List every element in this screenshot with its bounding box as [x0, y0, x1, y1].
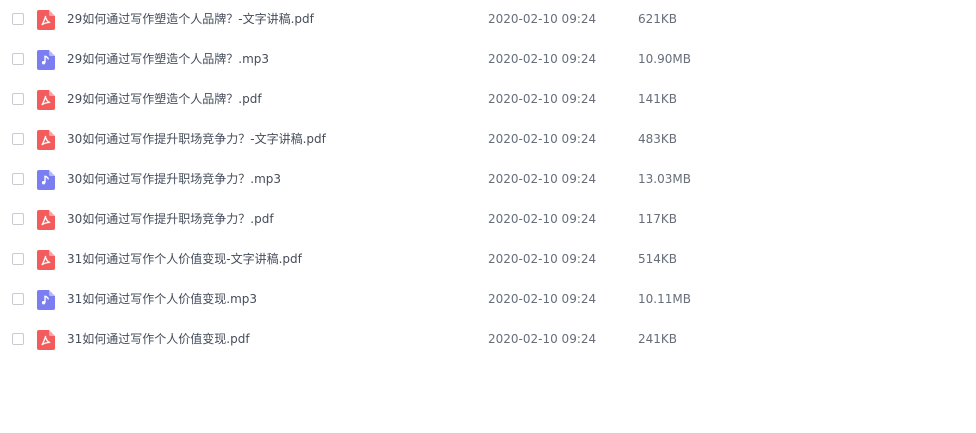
row-checkbox[interactable]: [12, 213, 24, 225]
file-row[interactable]: 30如何通过写作提升职场竞争力？.mp3 2020-02-10 09:24 13…: [0, 160, 976, 200]
file-name[interactable]: 30如何通过写作提升职场竞争力？.pdf: [67, 211, 274, 227]
file-modified-date: 2020-02-10 09:24: [488, 92, 597, 106]
pdf-icon: [37, 10, 55, 30]
file-name[interactable]: 31如何通过写作个人价值变现-文字讲稿.pdf: [67, 251, 302, 267]
file-row[interactable]: 30如何通过写作提升职场竞争力？.pdf 2020-02-10 09:24 11…: [0, 200, 976, 240]
file-size: 514KB: [638, 252, 678, 266]
file-name[interactable]: 31如何通过写作个人价值变现.mp3: [67, 291, 257, 307]
row-checkbox[interactable]: [12, 173, 24, 185]
file-row[interactable]: 31如何通过写作个人价值变现.pdf 2020-02-10 09:24 241K…: [0, 320, 976, 360]
file-name[interactable]: 29如何通过写作塑造个人品牌？-文字讲稿.pdf: [67, 11, 314, 27]
row-checkbox[interactable]: [12, 53, 24, 65]
file-row[interactable]: 30如何通过写作提升职场竞争力？-文字讲稿.pdf 2020-02-10 09:…: [0, 120, 976, 160]
file-row[interactable]: 29如何通过写作塑造个人品牌？-文字讲稿.pdf 2020-02-10 09:2…: [0, 0, 976, 40]
file-row[interactable]: 31如何通过写作个人价值变现.mp3 2020-02-10 09:24 10.1…: [0, 280, 976, 320]
row-checkbox[interactable]: [12, 293, 24, 305]
file-row[interactable]: 31如何通过写作个人价值变现-文字讲稿.pdf 2020-02-10 09:24…: [0, 240, 976, 280]
file-size: 621KB: [638, 12, 678, 26]
file-modified-date: 2020-02-10 09:24: [488, 252, 597, 266]
file-name[interactable]: 29如何通过写作塑造个人品牌？.mp3: [67, 51, 269, 67]
file-name[interactable]: 30如何通过写作提升职场竞争力？.mp3: [67, 171, 281, 187]
file-name[interactable]: 31如何通过写作个人价值变现.pdf: [67, 331, 250, 347]
pdf-icon: [37, 90, 55, 110]
row-checkbox[interactable]: [12, 333, 24, 345]
file-size: 483KB: [638, 132, 678, 146]
music-note-icon: [37, 290, 55, 310]
file-name[interactable]: 29如何通过写作塑造个人品牌？.pdf: [67, 91, 262, 107]
music-note-icon: [37, 170, 55, 190]
file-modified-date: 2020-02-10 09:24: [488, 172, 597, 186]
file-list: 29如何通过写作塑造个人品牌？-文字讲稿.pdf 2020-02-10 09:2…: [0, 0, 976, 360]
file-row[interactable]: 29如何通过写作塑造个人品牌？.pdf 2020-02-10 09:24 141…: [0, 80, 976, 120]
pdf-icon: [37, 250, 55, 270]
file-modified-date: 2020-02-10 09:24: [488, 292, 597, 306]
row-checkbox[interactable]: [12, 13, 24, 25]
file-size: 10.11MB: [638, 292, 691, 306]
file-modified-date: 2020-02-10 09:24: [488, 52, 597, 66]
file-modified-date: 2020-02-10 09:24: [488, 132, 597, 146]
file-size: 141KB: [638, 92, 678, 106]
file-modified-date: 2020-02-10 09:24: [488, 212, 597, 226]
music-note-icon: [37, 50, 55, 70]
row-checkbox[interactable]: [12, 253, 24, 265]
file-modified-date: 2020-02-10 09:24: [488, 332, 597, 346]
file-size: 241KB: [638, 332, 678, 346]
file-row[interactable]: 29如何通过写作塑造个人品牌？.mp3 2020-02-10 09:24 10.…: [0, 40, 976, 80]
row-checkbox[interactable]: [12, 93, 24, 105]
file-size: 13.03MB: [638, 172, 691, 186]
file-size: 117KB: [638, 212, 678, 226]
pdf-icon: [37, 210, 55, 230]
file-name[interactable]: 30如何通过写作提升职场竞争力？-文字讲稿.pdf: [67, 131, 326, 147]
row-checkbox[interactable]: [12, 133, 24, 145]
file-modified-date: 2020-02-10 09:24: [488, 12, 597, 26]
pdf-icon: [37, 130, 55, 150]
pdf-icon: [37, 330, 55, 350]
file-size: 10.90MB: [638, 52, 691, 66]
